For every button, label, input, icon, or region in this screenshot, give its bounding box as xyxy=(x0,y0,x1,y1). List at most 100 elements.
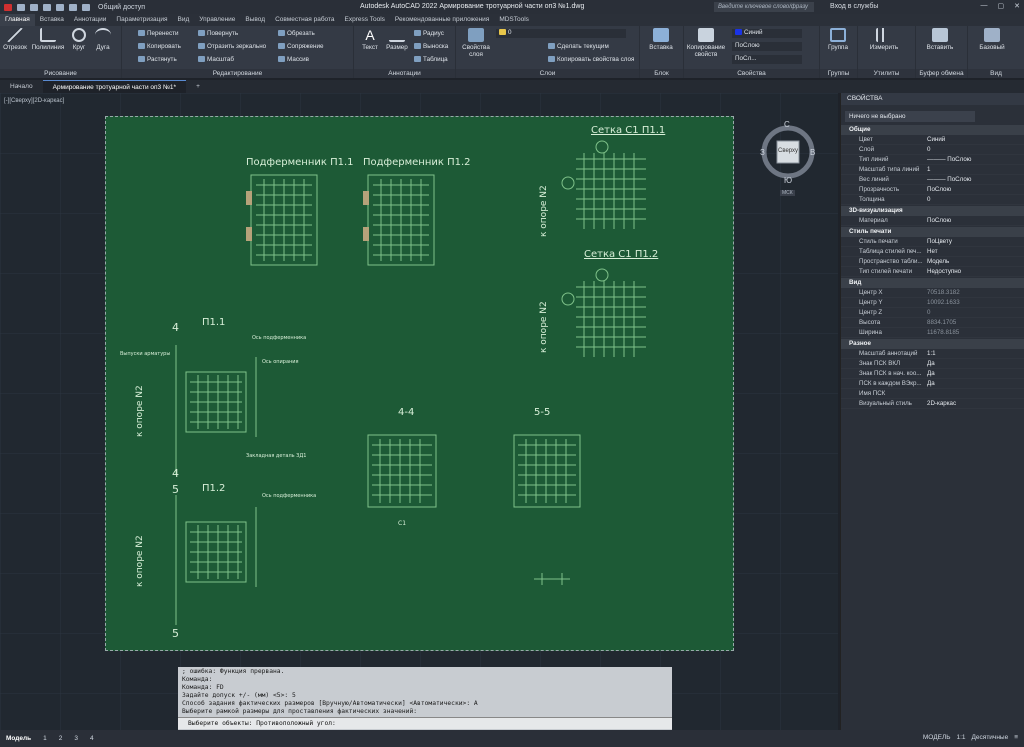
property-value[interactable]: ——— ПоСлою xyxy=(927,175,1024,184)
property-value[interactable]: ПоЦвету xyxy=(927,237,1024,246)
property-value[interactable]: Нет xyxy=(927,247,1024,256)
tab-output[interactable]: Вывод xyxy=(240,14,270,26)
move-button[interactable]: Перенести xyxy=(138,30,179,37)
property-value[interactable]: ——— ПоСлою xyxy=(927,155,1024,164)
property-group-header[interactable]: Стиль печати xyxy=(841,227,1024,237)
property-row[interactable]: Тип линий ——— ПоСлою xyxy=(841,155,1024,165)
property-row[interactable]: Центр Y 10092.1633 xyxy=(841,298,1024,308)
autocad-logo-icon[interactable] xyxy=(4,3,12,11)
layer-properties-button[interactable]: Свойства слоя xyxy=(460,28,492,58)
text-button[interactable]: A Текст xyxy=(358,28,382,51)
property-row[interactable]: Толщина 0 xyxy=(841,195,1024,205)
property-row[interactable]: Центр Z 0 xyxy=(841,308,1024,318)
tab-view[interactable]: Вид xyxy=(173,14,195,26)
property-value[interactable]: 10092.1633 xyxy=(927,298,1024,307)
property-row[interactable]: Стиль печати ПоЦвету xyxy=(841,237,1024,247)
viewport-controls[interactable]: [-][Сверху][2D-каркас] xyxy=(4,98,64,104)
property-value[interactable]: ПоСлою xyxy=(927,185,1024,194)
panel-modify-title[interactable]: Редактирование xyxy=(122,69,353,78)
array-button[interactable]: Массив xyxy=(278,56,309,63)
panel-clipboard-title[interactable]: Буфер обмена xyxy=(916,69,967,78)
property-value[interactable]: 1:1 xyxy=(927,349,1024,358)
property-row[interactable]: Пространство табли... Модель xyxy=(841,257,1024,267)
dimension-button[interactable]: Размер xyxy=(384,28,410,51)
print-icon[interactable] xyxy=(56,3,64,11)
doc-tab-start[interactable]: Начало xyxy=(0,80,43,93)
match-layer-button[interactable]: Копировать свойства слоя xyxy=(548,56,634,63)
annotation-scale[interactable]: 1:1 xyxy=(956,734,965,741)
new-icon[interactable] xyxy=(17,3,25,11)
property-value[interactable]: Да xyxy=(927,359,1024,368)
property-group-header[interactable]: Общие xyxy=(841,125,1024,135)
property-row[interactable]: ПСК в каждом ВЭкр... Да xyxy=(841,379,1024,389)
color-dropdown[interactable]: Синий xyxy=(732,29,802,38)
property-value[interactable]: 2D-каркас xyxy=(927,399,1024,408)
property-row[interactable]: Материал ПоСлою xyxy=(841,216,1024,226)
property-row[interactable]: Масштаб типа линий 1 xyxy=(841,165,1024,175)
doc-tab-drawing[interactable]: Армирование тротуарной части оп3 №1* xyxy=(42,80,187,93)
base-view-button[interactable]: Базовый xyxy=(972,28,1012,51)
tab-mdstools[interactable]: MDSTools xyxy=(494,14,534,26)
tab-home[interactable]: Главная xyxy=(0,14,35,26)
make-current-button[interactable]: Сделать текущим xyxy=(548,43,609,50)
panel-draw-title[interactable]: Рисование xyxy=(0,69,121,78)
property-group-header[interactable]: Вид xyxy=(841,278,1024,288)
property-row[interactable]: Слой 0 xyxy=(841,145,1024,155)
compass-south[interactable]: Ю xyxy=(784,176,792,185)
radius-button[interactable]: Радиус xyxy=(414,30,444,37)
tab-featured-apps[interactable]: Рекомендованные приложения xyxy=(390,14,494,26)
linetype-dropdown[interactable]: ПоСлою xyxy=(732,42,802,51)
selection-dropdown[interactable]: Ничего не выбрано xyxy=(845,111,975,122)
property-row[interactable]: Ширина 11678.8185 xyxy=(841,328,1024,338)
tab-collaborate[interactable]: Совместная работа xyxy=(270,14,339,26)
panel-block-title[interactable]: Блок xyxy=(640,69,683,78)
group-button[interactable]: Группа xyxy=(822,28,854,51)
panel-view-title[interactable]: Вид xyxy=(968,69,1024,78)
new-tab-button[interactable]: + xyxy=(186,80,210,93)
property-row[interactable]: Знак ПСК в нач. коо... Да xyxy=(841,369,1024,379)
drawing-sheet[interactable]: Подферменник П1.1 Подферменник П1.2 Сетк… xyxy=(105,116,734,651)
property-value[interactable]: ПоСлою xyxy=(927,216,1024,225)
rotate-button[interactable]: Повернуть xyxy=(198,30,238,37)
layout-tab-model[interactable]: Модель xyxy=(0,733,37,744)
open-icon[interactable] xyxy=(30,3,38,11)
quick-access-toolbar[interactable] xyxy=(0,3,90,11)
maximize-icon[interactable]: ▢ xyxy=(998,2,1005,10)
undo-icon[interactable] xyxy=(69,3,77,11)
tab-manage[interactable]: Управление xyxy=(194,14,240,26)
property-row[interactable]: Знак ПСК ВКЛ Да xyxy=(841,359,1024,369)
property-row[interactable]: Цвет Синий xyxy=(841,135,1024,145)
layout-tab-3[interactable]: 3 xyxy=(68,733,84,744)
property-row[interactable]: Центр X 70518.3182 xyxy=(841,288,1024,298)
panel-layers-title[interactable]: Слои xyxy=(456,69,639,78)
paste-button[interactable]: Вставить xyxy=(920,28,960,51)
layout-tab-2[interactable]: 2 xyxy=(53,733,69,744)
compass-west[interactable]: З xyxy=(760,148,765,157)
property-value[interactable]: 0 xyxy=(927,195,1024,204)
property-row[interactable]: Высота 8834.1705 xyxy=(841,318,1024,328)
property-value[interactable]: Да xyxy=(927,369,1024,378)
property-row[interactable]: Прозрачность ПоСлою xyxy=(841,185,1024,195)
line-button[interactable]: Отрезок xyxy=(2,28,28,51)
compass-east[interactable]: В xyxy=(810,148,815,157)
search-input[interactable]: Введите ключевое слово/фразу xyxy=(714,2,814,12)
share-button[interactable]: Общий доступ xyxy=(98,4,145,11)
close-icon[interactable]: ✕ xyxy=(1014,2,1020,10)
redo-icon[interactable] xyxy=(82,3,90,11)
mirror-button[interactable]: Отразить зеркально xyxy=(198,43,266,50)
model-space-toggle[interactable]: МОДЕЛЬ xyxy=(923,734,951,741)
tab-parametric[interactable]: Параметризация xyxy=(111,14,172,26)
polyline-button[interactable]: Полилиния xyxy=(30,28,66,51)
property-value[interactable]: 0 xyxy=(927,145,1024,154)
layout-tab-4[interactable]: 4 xyxy=(84,733,100,744)
insert-button[interactable]: Вставка xyxy=(644,28,678,51)
login-button[interactable]: Вход в службы xyxy=(830,3,878,10)
panel-utilities-title[interactable]: Утилиты xyxy=(858,69,915,78)
scale-button[interactable]: Масштаб xyxy=(198,56,234,63)
property-row[interactable]: Визуальный стиль 2D-каркас xyxy=(841,399,1024,409)
copy-button[interactable]: Копировать xyxy=(138,43,181,50)
fillet-button[interactable]: Сопряжение xyxy=(278,43,324,50)
panel-annotation-title[interactable]: Аннотации xyxy=(354,69,455,78)
circle-button[interactable]: Круг xyxy=(68,28,90,51)
property-row[interactable]: Таблица стилей печ... Нет xyxy=(841,247,1024,257)
